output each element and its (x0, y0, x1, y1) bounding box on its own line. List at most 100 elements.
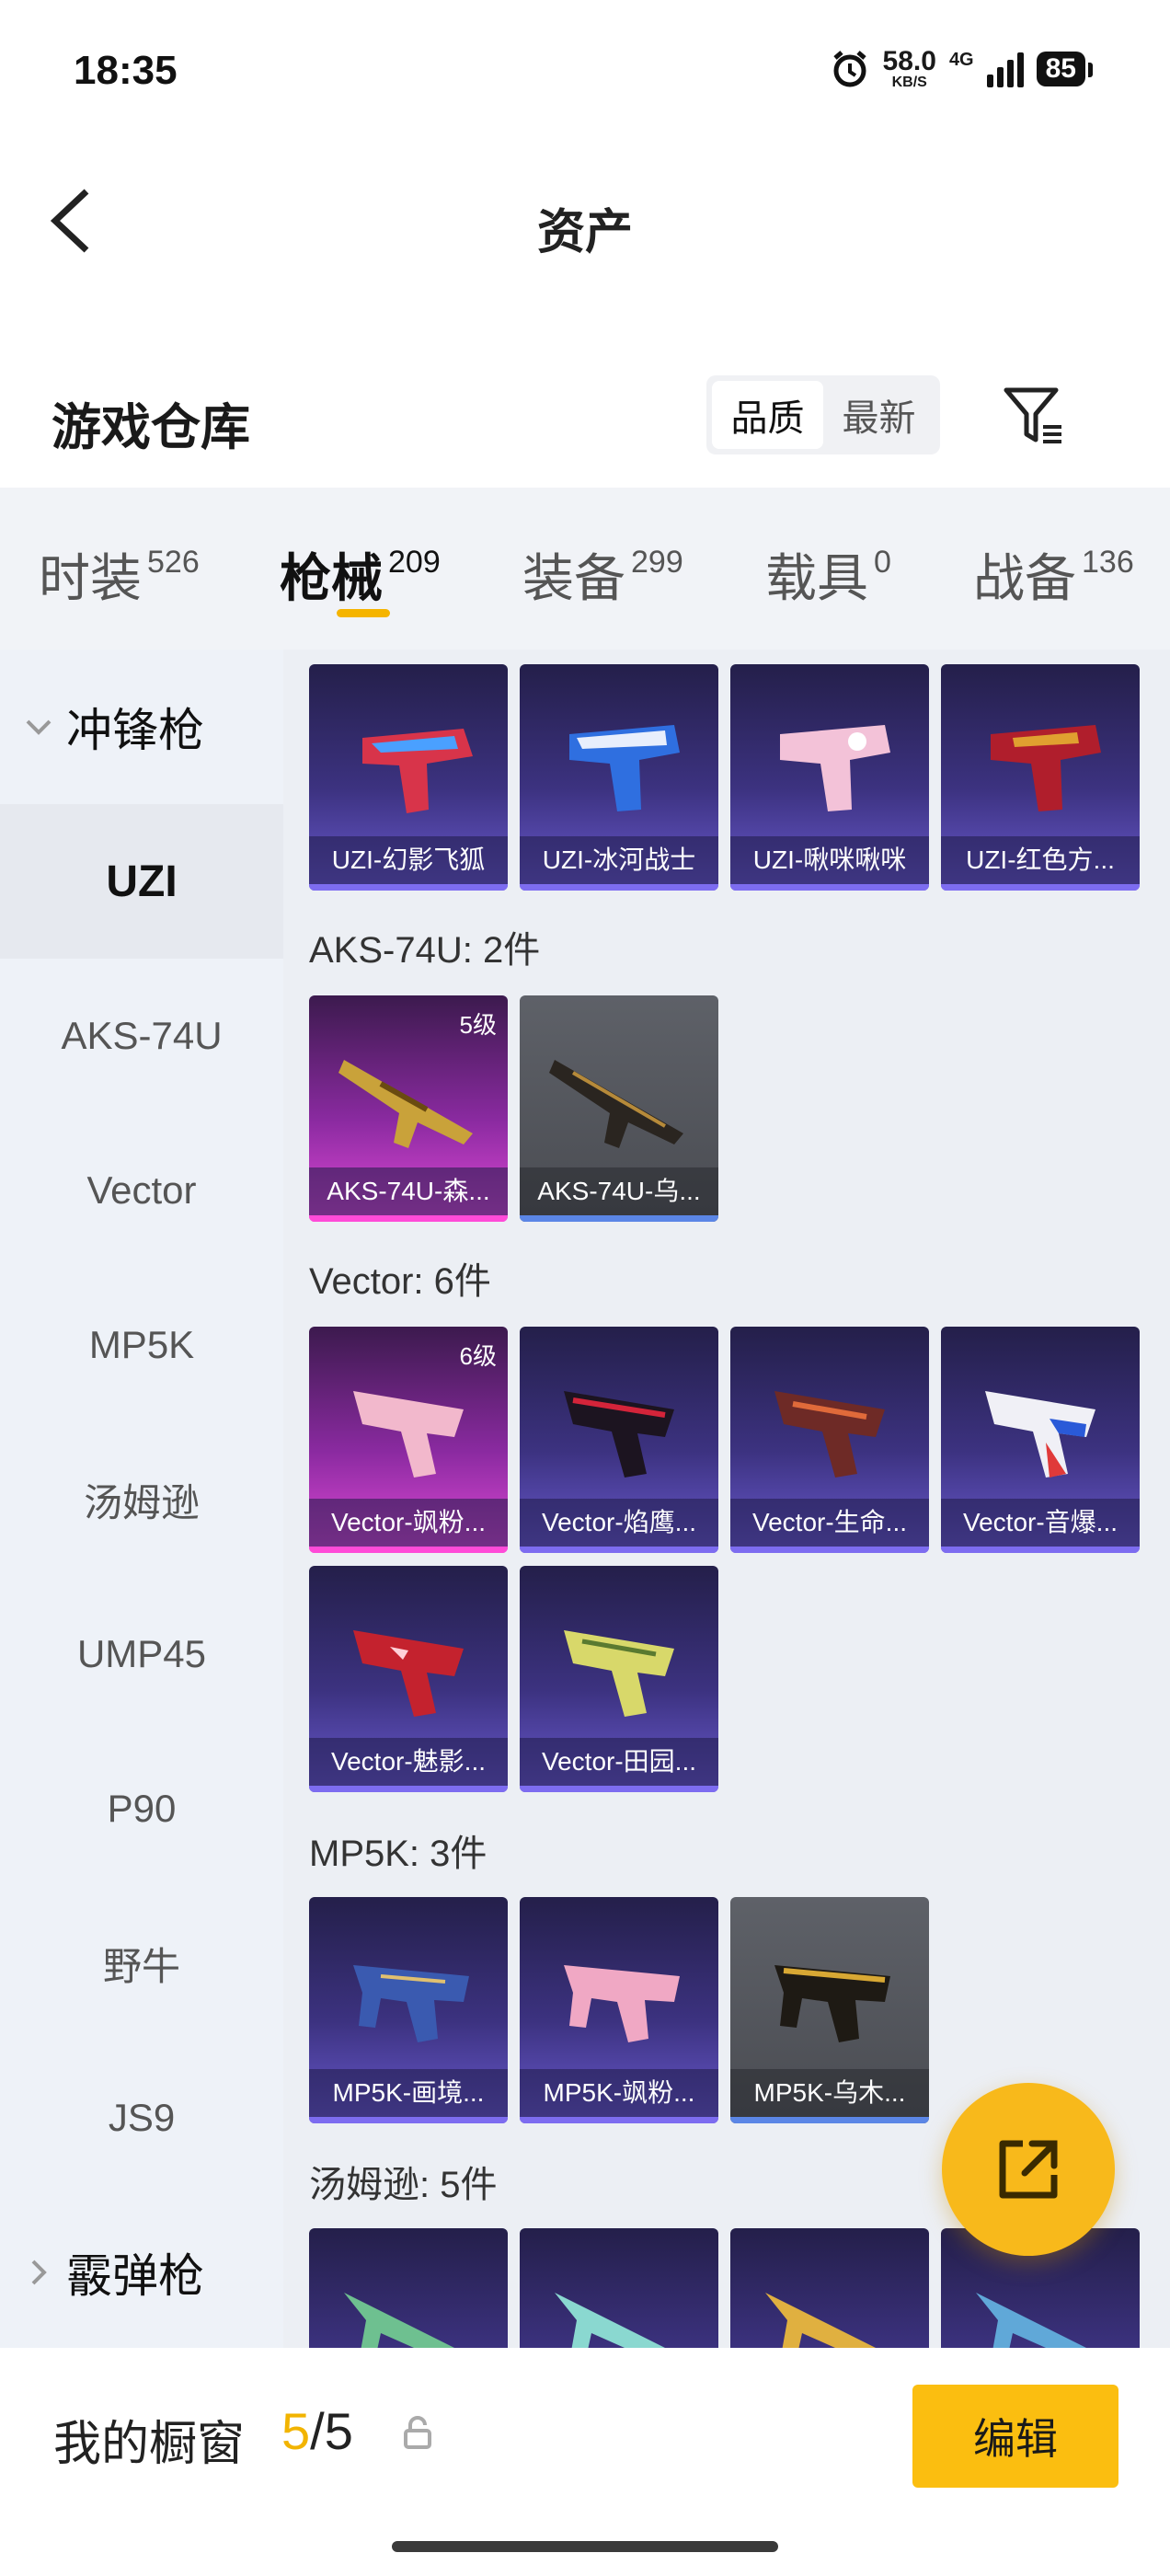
sort-quality[interactable]: 品质 (712, 381, 823, 449)
mp5k-skin-image (774, 1965, 890, 2042)
tab-fashion[interactable]: 时装 526 (39, 537, 200, 612)
card-label: MP5K-乌木... (730, 2069, 929, 2117)
uzi-skin-image (569, 725, 680, 811)
category-tabs: 时装 526 枪械 209 装备 299 载具 0 战备 136 (0, 488, 1170, 650)
card-label: AKS-74U-乌... (520, 1167, 718, 1215)
filter-icon[interactable] (1001, 383, 1067, 449)
thompson-skin-image (555, 2293, 665, 2348)
group-label-vector: Vector: 6件 (309, 1261, 491, 1302)
weapon-card[interactable]: UZI-红色方... (941, 664, 1140, 891)
sidebar-item-bizon[interactable]: 野牛 (0, 1886, 283, 2041)
card-label: Vector-魅影... (309, 1738, 508, 1786)
tab-vehicles[interactable]: 载具 0 (765, 537, 891, 612)
uzi-skin-image (991, 725, 1101, 811)
card-label: AKS-74U-森... (309, 1167, 508, 1215)
page-title: 资产 (536, 206, 633, 259)
share-icon (999, 2140, 1058, 2199)
card-label: UZI-红色方... (941, 836, 1140, 884)
card-label: Vector-焰鹰... (520, 1499, 718, 1547)
aks-skin-image (338, 1060, 473, 1148)
title-bar: 资产 (0, 138, 1170, 304)
weapon-card[interactable] (730, 2228, 929, 2348)
card-label: MP5K-画境... (309, 2069, 508, 2117)
weapon-card[interactable]: UZI-冰河战士 (520, 664, 718, 891)
card-label: Vector-音爆... (941, 1499, 1140, 1547)
battery-icon: 85 (1036, 52, 1094, 86)
card-label: UZI-幻影飞狐 (309, 836, 508, 884)
weapon-type-sidebar: 冲锋枪 UZI AKS-74U Vector MP5K 汤姆逊 UMP45 P9… (0, 650, 283, 2348)
vector-skin-image (353, 1630, 464, 1717)
sidebar-item-uzi[interactable]: UZI (0, 804, 283, 959)
vector-skin-image (564, 1391, 674, 1478)
card-label: MP5K-飒粉... (520, 2069, 718, 2117)
weapon-card[interactable]: MP5K-画境... (309, 1897, 508, 2123)
group-label-mp5k: MP5K: 3件 (309, 1834, 488, 1874)
sidebar-item-mp5k[interactable]: MP5K (0, 1268, 283, 1422)
chevron-right-icon (31, 2260, 47, 2285)
edit-button[interactable]: 编辑 (912, 2385, 1118, 2488)
uzi-skin-image (362, 729, 473, 813)
showcase-count: 5/5 (281, 2402, 353, 2460)
tab-guns[interactable]: 枪械 209 (280, 537, 441, 612)
sidebar-group-shotgun[interactable]: 霰弹枪 (0, 2195, 283, 2348)
tab-combat-supplies[interactable]: 战备 136 (973, 537, 1134, 612)
network-type: 4G (948, 49, 974, 70)
card-label: Vector-田园... (520, 1738, 718, 1786)
card-label: Vector-飒粉... (309, 1499, 508, 1547)
vector-skin-image (353, 1391, 464, 1478)
tab-equipment[interactable]: 装备 299 (522, 537, 683, 612)
sidebar-item-js9[interactable]: JS9 (0, 2041, 283, 2195)
sidebar-item-ump45[interactable]: UMP45 (0, 1577, 283, 1731)
home-indicator (392, 2541, 778, 2552)
sidebar-item-vector[interactable]: Vector (0, 1113, 283, 1268)
weapon-card[interactable]: MP5K-飒粉... (520, 1897, 718, 2123)
aks-skin-image (549, 1060, 683, 1148)
uzi-skin-image (780, 725, 890, 811)
vector-skin-image (564, 1630, 674, 1717)
card-label: Vector-生命... (730, 1499, 929, 1547)
weapon-card[interactable] (309, 2228, 508, 2348)
group-label-aks74u: AKS-74U: 2件 (309, 930, 541, 971)
weapon-card[interactable]: Vector-田园... (520, 1566, 718, 1792)
status-icons: 58.0 KB/S 4G 85 (830, 48, 1094, 90)
active-tab-indicator (337, 609, 390, 617)
weapon-card[interactable]: 6级 Vector-飒粉... (309, 1327, 508, 1553)
speed-value: 58.0 (882, 46, 936, 76)
signal-icon (986, 51, 1024, 87)
mp5k-skin-image (353, 1965, 469, 2042)
share-button[interactable] (942, 2083, 1115, 2256)
sidebar-item-aks74u[interactable]: AKS-74U (0, 959, 283, 1113)
thompson-skin-image (344, 2293, 454, 2348)
sidebar-group-smg[interactable]: 冲锋枪 (0, 650, 283, 804)
alarm-icon (832, 51, 866, 87)
weapon-card[interactable]: Vector-生命... (730, 1327, 929, 1553)
speed-unit: KB/S (891, 75, 927, 90)
warehouse-title: 游戏仓库 (52, 400, 250, 455)
status-time: 18:35 (74, 48, 178, 93)
network-speed: 58.0 KB/S (883, 48, 936, 90)
card-label: UZI-冰河战士 (520, 836, 718, 884)
weapon-card[interactable]: Vector-魅影... (309, 1566, 508, 1792)
weapon-card[interactable]: Vector-焰鹰... (520, 1327, 718, 1553)
lock-icon (404, 2416, 431, 2449)
sidebar-item-p90[interactable]: P90 (0, 1731, 283, 1886)
vector-skin-image (774, 1391, 885, 1478)
chevron-down-icon (26, 719, 52, 735)
showcase-title: 我的橱窗 (53, 2418, 246, 2471)
weapon-card[interactable]: Vector-音爆... (941, 1327, 1140, 1553)
weapon-card[interactable] (520, 2228, 718, 2348)
mp5k-skin-image (564, 1965, 680, 2042)
sidebar-item-thompson[interactable]: 汤姆逊 (0, 1422, 283, 1577)
sort-toggle: 品质 最新 (706, 375, 940, 454)
weapon-card[interactable]: MP5K-乌木... (730, 1897, 929, 2123)
weapon-card[interactable]: AKS-74U-乌... (520, 995, 718, 1222)
section-header: 游戏仓库 品质 最新 (0, 350, 1170, 488)
weapon-card[interactable]: 5级 AKS-74U-森... (309, 995, 508, 1222)
weapon-card[interactable]: UZI-幻影飞狐 (309, 664, 508, 891)
card-label: UZI-啾咪啾咪 (730, 836, 929, 884)
thompson-skin-image (765, 2293, 876, 2348)
showcase-bar: 我的橱窗 5/5 编辑 (0, 2348, 1170, 2576)
sort-newest[interactable]: 最新 (823, 381, 935, 449)
group-label-thompson: 汤姆逊: 5件 (309, 2165, 498, 2205)
weapon-card[interactable]: UZI-啾咪啾咪 (730, 664, 929, 891)
